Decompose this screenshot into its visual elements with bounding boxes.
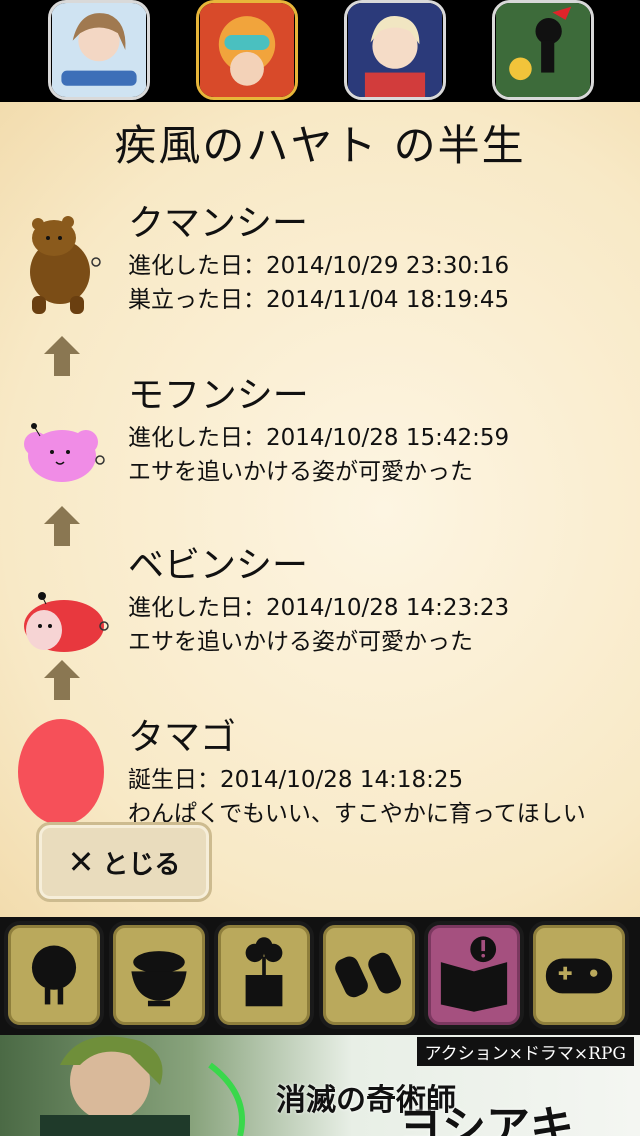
stage-name: モフンシー [128, 375, 309, 416]
gamepad-icon [545, 958, 613, 994]
red-egg-icon [16, 712, 106, 826]
stage-note: エサを追いかける姿が可愛かった [128, 629, 473, 655]
history-panel: 疾風のハヤト の半生 クマンシー 進化した日：2014/10/29 23:30:… [0, 102, 640, 917]
stage-date: 進化した日：2014/10/28 14:23:23 [128, 595, 510, 621]
ad-banner[interactable]: アクション×ドラマ×RPG 消滅の奇術師 ヨシアキ [0, 1035, 640, 1136]
nav-explore-button[interactable] [319, 921, 419, 1029]
sprout-pot-icon [245, 937, 283, 1007]
bottom-nav [0, 917, 640, 1035]
page-title: 疾風のハヤト の半生 [114, 121, 526, 170]
stage-entry: ベビンシー 進化した日：2014/10/28 14:23:23 エサを追いかける… [0, 536, 640, 666]
stage-entry: モフンシー 進化した日：2014/10/28 15:42:59 エサを追いかける… [0, 366, 640, 496]
stage-note: 巣立った日：2014/11/04 18:19:45 [128, 287, 510, 313]
top-ad-strip [0, 0, 640, 102]
nav-history-button[interactable] [424, 921, 524, 1029]
stage-entry: クマンシー 進化した日：2014/10/29 23:30:16 巣立った日：20… [0, 194, 640, 324]
character-icon [31, 945, 77, 1005]
close-button[interactable]: ✕ とじる [36, 822, 212, 902]
rice-bowl-icon [131, 951, 187, 1007]
stage-name: クマンシー [128, 203, 309, 244]
stage-name: タマゴ [128, 717, 237, 758]
app-icon-helmet-hero[interactable] [196, 0, 298, 100]
stage-date: 進化した日：2014/10/28 15:42:59 [128, 425, 510, 451]
banner-tag: アクション×ドラマ×RPG [416, 1037, 634, 1066]
banner-subtitle: ヨシアキ [398, 1102, 574, 1136]
app-icon-knight-girl[interactable] [344, 0, 446, 100]
close-button-label: とじる [102, 849, 181, 880]
pink-fluffy-creature-icon [16, 396, 112, 506]
close-icon: ✕ [67, 843, 95, 881]
nav-plant-button[interactable] [214, 921, 314, 1029]
stage-entry: タマゴ 誕生日：2014/10/28 14:18:25 わんぱくでもいい、すこや… [0, 708, 640, 838]
binoculars-icon [335, 952, 402, 998]
stage-date: 誕生日：2014/10/28 14:18:25 [128, 767, 464, 793]
bear-creature-icon [16, 208, 112, 318]
app-icon-ninja-runner[interactable] [492, 0, 594, 100]
nav-game-button[interactable] [529, 921, 629, 1029]
stage-name: ベビンシー [128, 545, 309, 586]
stage-date: 進化した日：2014/10/29 23:30:16 [128, 253, 510, 279]
stage-note: エサを追いかける姿が可愛かった [128, 459, 473, 485]
book-alert-icon [440, 936, 508, 1012]
nav-food-button[interactable] [109, 921, 209, 1029]
app-icon-angel-vierge[interactable] [48, 0, 150, 100]
up-arrow-icon [42, 658, 82, 702]
nav-character-button[interactable] [4, 921, 104, 1029]
